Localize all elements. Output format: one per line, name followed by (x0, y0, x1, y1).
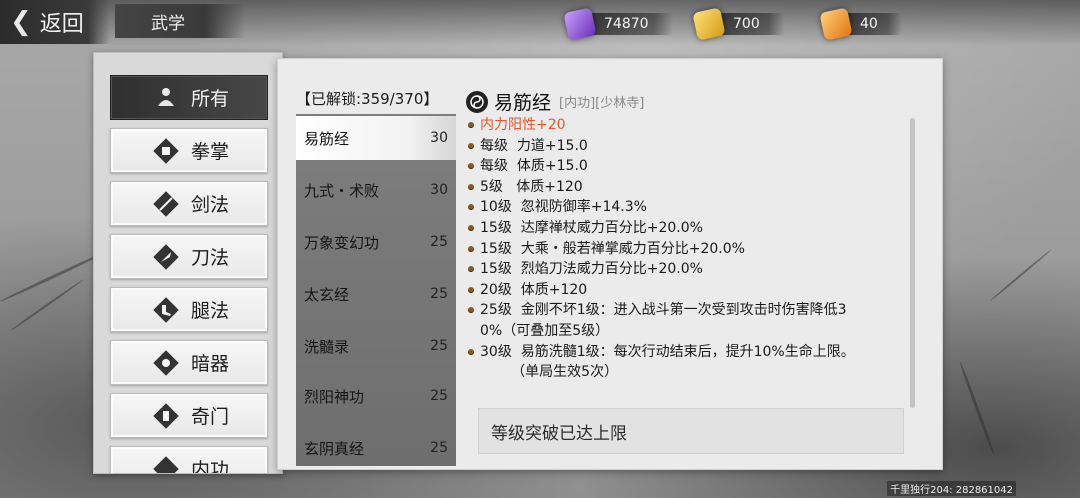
back-button[interactable]: ❮ 返回 (0, 0, 110, 44)
inner-power-icon (151, 454, 181, 473)
effect-line: 内力阳性+20 (468, 115, 908, 136)
level-max-notice: 等级突破已达上限 (478, 408, 904, 454)
kick-icon (151, 295, 181, 325)
skill-item[interactable]: 烈阳神功 25 (296, 374, 456, 418)
category-fist[interactable]: 拳掌 (110, 128, 268, 173)
detail-skill-name: 易筋经 (494, 92, 552, 114)
bullet-icon (468, 204, 474, 211)
skill-level: 30 (430, 182, 448, 198)
section-title: 武学 (115, 4, 245, 38)
fist-icon (151, 136, 181, 166)
category-label: 刀法 (191, 247, 230, 269)
skill-level: 25 (430, 388, 448, 404)
blade-icon (151, 242, 181, 272)
skill-level: 25 (430, 338, 448, 354)
effect-line: 25级 金刚不坏1级：进入战斗第一次受到攻击时伤害降低3 (468, 300, 908, 321)
chevron-left-icon: ❮ (10, 7, 32, 37)
skill-name: 太玄经 (304, 285, 350, 304)
bullet-icon (468, 286, 474, 293)
back-label: 返回 (39, 12, 84, 37)
category-label: 腿法 (191, 300, 230, 322)
category-sword[interactable]: 剑法 (110, 181, 268, 226)
skill-item[interactable]: 玄阴真经 25 (296, 426, 456, 466)
shuriken-icon (151, 348, 181, 378)
effect-line-continued: 0%（可叠加至5级） (480, 322, 610, 339)
bullet-icon (468, 307, 474, 314)
skill-name: 烈阳神功 (304, 387, 365, 406)
skill-name: 洗髓录 (304, 337, 350, 356)
all-icon (151, 83, 181, 113)
skill-item[interactable]: 太玄经 25 (296, 272, 456, 316)
bullet-icon (468, 163, 474, 170)
category-label: 拳掌 (191, 141, 230, 163)
watermark: 千里独行204: 282861042 (887, 481, 1016, 496)
effect-line: 30级 易筋洗髓1级：每次行动结束后，提升10%生命上限。 (468, 342, 908, 363)
skill-level: 30 (430, 130, 448, 146)
bullet-icon (468, 183, 474, 190)
category-label: 内功 (191, 459, 230, 474)
skill-item[interactable]: 万象变幻功 25 (296, 220, 456, 264)
bullet-icon (468, 122, 474, 128)
skill-name: 易筋经 (304, 129, 350, 148)
purple-ticket-icon (563, 7, 597, 41)
detail-header: 易筋经 [内功][少林寺] (466, 88, 644, 115)
effect-line: 20级 体质+120 (468, 280, 908, 301)
effect-line: 15级 大乘・般若禅掌威力百分比+20.0% (468, 239, 908, 260)
gold-token-icon (692, 7, 726, 41)
detail-skill-tags: [内功][少林寺] (559, 96, 645, 111)
effect-line: 15级 烈焰刀法威力百分比+20.0% (468, 259, 908, 280)
effect-line: 10级 忽视防御率+14.3% (468, 197, 908, 218)
category-kick[interactable]: 腿法 (110, 287, 268, 332)
skill-name: 万象变幻功 (304, 233, 380, 252)
yin-yang-icon (466, 90, 488, 113)
skill-level: 25 (430, 234, 448, 250)
orange-token-icon (819, 7, 853, 41)
bullet-icon (468, 224, 474, 231)
detail-scrollbar[interactable] (910, 118, 915, 408)
effect-list: 内力阳性+20 每级 力道+15.0 每级 体质+15.0 5级 体质+120 … (468, 115, 908, 383)
currency-gold[interactable]: 700 (692, 7, 784, 41)
effect-line: 15级 达摩禅杖威力百分比+20.0% (468, 218, 908, 239)
effect-line: 每级 体质+15.0 (468, 156, 908, 177)
category-exotic[interactable]: 奇门 (110, 393, 268, 438)
unlock-count: 【已解锁:359/370】 (296, 90, 439, 108)
currency-purple[interactable]: 74870 (563, 7, 673, 41)
skill-list[interactable]: 易筋经 30 九式・术败 30 万象变幻功 25 太玄经 25 洗髓录 25 烈… (296, 114, 456, 466)
bullet-icon (468, 142, 474, 149)
category-label: 所有 (191, 88, 230, 110)
skill-item[interactable]: 洗髓录 25 (296, 324, 456, 368)
category-all[interactable]: 所有 (110, 75, 268, 120)
bullet-icon (468, 245, 474, 252)
category-inner-power[interactable]: 内功 (110, 446, 268, 474)
skill-name: 玄阴真经 (304, 439, 365, 458)
category-label: 奇门 (191, 406, 230, 428)
skill-name: 九式・术败 (304, 181, 380, 200)
category-blade[interactable]: 刀法 (110, 234, 268, 279)
category-panel: 所有 拳掌 剑法 刀法 腿法 暗器 奇门 内功 (93, 52, 283, 474)
skill-item-selected[interactable]: 易筋经 30 (296, 116, 456, 160)
category-label: 剑法 (191, 194, 230, 216)
skill-level: 25 (430, 440, 448, 456)
category-label: 暗器 (191, 353, 230, 375)
bullet-icon (468, 348, 474, 355)
skill-item[interactable]: 九式・术败 30 (296, 168, 456, 212)
effect-line-continued: （单局生效5次） (480, 364, 619, 381)
category-hidden-weapon[interactable]: 暗器 (110, 340, 268, 385)
sword-icon (151, 189, 181, 219)
bullet-icon (468, 266, 474, 273)
effect-line: 每级 力道+15.0 (468, 136, 908, 157)
effect-line: 5级 体质+120 (468, 177, 908, 198)
skill-level: 25 (430, 286, 448, 302)
exotic-weapon-icon (151, 401, 181, 431)
currency-orange[interactable]: 40 (819, 7, 902, 41)
